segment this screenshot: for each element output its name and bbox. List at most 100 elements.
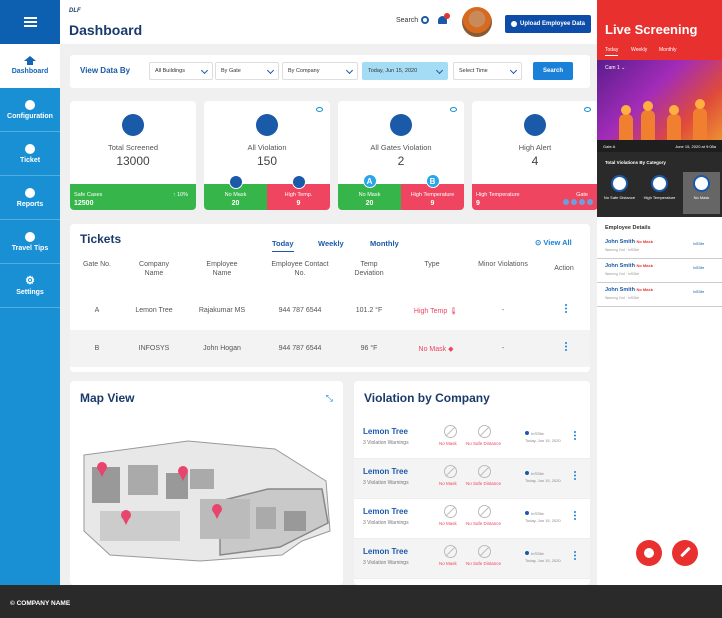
search-button[interactable]: Search — [396, 16, 430, 24]
total-screened-card[interactable]: Total Screened 13000 Safe Cases 12500 ↑ 1… — [70, 101, 196, 210]
high-temp-value: 9 — [296, 200, 301, 207]
meta-site: InSSite — [531, 511, 544, 516]
sidebar-item-travel-tips[interactable]: Travel Tips — [0, 220, 60, 264]
camera-feed[interactable]: Cam 1 ⌄ — [597, 60, 722, 152]
live-tab-today[interactable]: Today — [605, 47, 619, 56]
gate-cell: Gate — [532, 184, 598, 210]
violation-categories: Total Violations By Category No Safe Dis… — [597, 152, 722, 217]
card-value: 13000 — [116, 154, 150, 168]
row-action-kebab-icon[interactable] — [565, 342, 567, 344]
upload-employee-data-button[interactable]: Upload Employee Data — [505, 15, 591, 33]
person-figure — [641, 101, 655, 144]
footer-text: © COMPANY NAME — [10, 600, 71, 607]
row-action-kebab-icon[interactable] — [574, 511, 576, 513]
category-no-safe-distance[interactable]: No Safe Distance — [601, 172, 638, 214]
live-tab-monthly[interactable]: Monthly — [659, 47, 677, 53]
list-item[interactable]: Lemon Tree 3 Violation Warnings No Mask … — [354, 499, 590, 539]
camera-select[interactable]: Cam 1 ⌄ — [605, 65, 625, 71]
list-item[interactable]: John Smith No Mask Warning 2nd · InSSite… — [597, 284, 722, 307]
date-select[interactable]: Today, Jun 15, 2020 — [362, 62, 448, 80]
menu-button[interactable] — [0, 0, 60, 44]
circle-icon — [25, 143, 35, 154]
cell-temp: 96 °F — [360, 345, 378, 352]
notification-dot — [444, 13, 450, 19]
live-tab-weekly[interactable]: Weekly — [631, 47, 647, 53]
tab-today[interactable]: Today — [272, 239, 294, 252]
sidebar-item-label: Configuration — [7, 112, 53, 120]
warning-count: 3 Violation Warnings — [363, 440, 409, 446]
mask-icon: ◆ — [448, 346, 454, 353]
row-action-kebab-icon[interactable] — [574, 551, 576, 553]
eye-icon[interactable] — [316, 107, 323, 112]
meta-site: InSSite — [531, 471, 544, 476]
table-row[interactable]: B INFOSYS John Hogan 944 787 6544 96 °F … — [70, 330, 590, 367]
sidebar-item-ticket[interactable]: Ticket — [0, 132, 60, 176]
no-mask-label: No Mask — [439, 521, 457, 526]
search-filter-button[interactable]: Search — [533, 62, 573, 80]
list-item[interactable]: Lemon Tree 3 Violation Warnings No Mask … — [354, 419, 590, 459]
sidebar-item-configuration[interactable]: Configuration — [0, 88, 60, 132]
row-action-kebab-icon[interactable] — [574, 471, 576, 473]
row-meta: InSSite Today, Jun 15, 2020 — [525, 430, 561, 444]
list-item[interactable]: Lemon Tree 3 Violation Warnings No Mask … — [354, 459, 590, 499]
violation-title: Violation by Company — [364, 391, 490, 405]
chat-button[interactable] — [636, 540, 662, 566]
company-value: By Company — [288, 68, 320, 74]
row-action-kebab-icon[interactable] — [565, 304, 567, 306]
row-action-kebab-icon[interactable] — [574, 431, 576, 433]
trend-value: ↑ 10% — [172, 192, 188, 198]
category-no-mask[interactable]: No Mask — [683, 172, 720, 214]
tab-weekly[interactable]: Weekly — [318, 239, 344, 248]
search-icon — [421, 16, 430, 24]
sidebar-item-settings[interactable]: ⚙ Settings — [0, 264, 60, 308]
high-alert-card[interactable]: High Alert 4 High Temperature 9 Gate — [472, 101, 598, 210]
employee-name-text: John Smith — [605, 287, 635, 293]
all-violation-card[interactable]: All Violation 150 No Mask 20 High Temp. 9 — [204, 101, 330, 210]
time-select[interactable]: Select Time — [453, 62, 522, 80]
company-select[interactable]: By Company — [282, 62, 358, 80]
view-data-by-label: View Data By — [80, 66, 131, 75]
thermometer-icon: 🌡 — [449, 308, 459, 315]
top-header: DLF Dashboard Search Upload Employee Dat… — [60, 0, 597, 44]
tab-monthly[interactable]: Monthly — [370, 239, 399, 248]
circle-icon — [25, 187, 35, 198]
gate-select[interactable]: By Gate — [215, 62, 279, 80]
camera-datetime: June 15, 2020 at 9:08a — [675, 144, 716, 149]
list-item[interactable]: John Smith No Mask Warning 2nd · InSSite… — [597, 236, 722, 259]
table-row[interactable]: A Lemon Tree Rajakumar MS 944 787 6544 1… — [70, 292, 590, 329]
building-select[interactable]: All Buildings — [149, 62, 213, 80]
gate-dot-icon — [587, 199, 593, 205]
col-employee: Employee Name — [206, 261, 238, 277]
live-screening-panel: Live Screening Today Weekly Monthly Cam … — [597, 0, 722, 585]
edit-button[interactable] — [672, 540, 698, 566]
employee-tag: No Mask — [636, 239, 653, 244]
site-map-image[interactable] — [70, 381, 343, 585]
violation-by-company-panel: Violation by Company Lemon Tree 3 Violat… — [354, 381, 590, 585]
gate-dot-icon — [579, 199, 585, 205]
alert-face-icon — [524, 114, 546, 136]
eye-icon[interactable] — [584, 107, 591, 112]
list-item[interactable]: Lemon Tree 3 Violation Warnings No Mask … — [354, 539, 590, 579]
notification-bell-icon[interactable] — [438, 13, 450, 25]
high-temp-value: 9 — [430, 200, 435, 207]
category-high-temperature[interactable]: High Temperature — [641, 172, 678, 214]
sidebar-item-reports[interactable]: Reports — [0, 176, 60, 220]
safe-cases-footer: Safe Cases 12500 ↑ 10% — [70, 184, 196, 210]
time-value: Select Time — [459, 68, 488, 74]
eye-icon[interactable] — [450, 107, 457, 112]
view-all-label: View All — [543, 238, 572, 247]
search-label: Search — [396, 16, 419, 24]
employee-sub: Warning 2nd · InSSite — [605, 272, 640, 276]
cell-type: High Temp 🌡 — [408, 307, 464, 315]
gates-footer: A No Mask 20 B High Temperature 9 — [338, 174, 464, 210]
all-gates-violation-card[interactable]: All Gates Violation 2 A No Mask 20 B High T… — [338, 101, 464, 210]
no-distance-label: No Safe Distance — [466, 441, 502, 446]
gate-value: By Gate — [221, 68, 241, 74]
col-gate: Gate No. — [82, 261, 111, 268]
type-label: High Temp — [413, 308, 448, 315]
list-item[interactable]: John Smith No Mask Warning 2nd · InSSite… — [597, 260, 722, 283]
view-all-link[interactable]: ⊙ View All — [535, 238, 572, 247]
user-avatar[interactable] — [462, 7, 492, 37]
sidebar-item-dashboard[interactable]: Dashboard — [0, 44, 60, 88]
warning-count: 3 Violation Warnings — [363, 520, 409, 526]
